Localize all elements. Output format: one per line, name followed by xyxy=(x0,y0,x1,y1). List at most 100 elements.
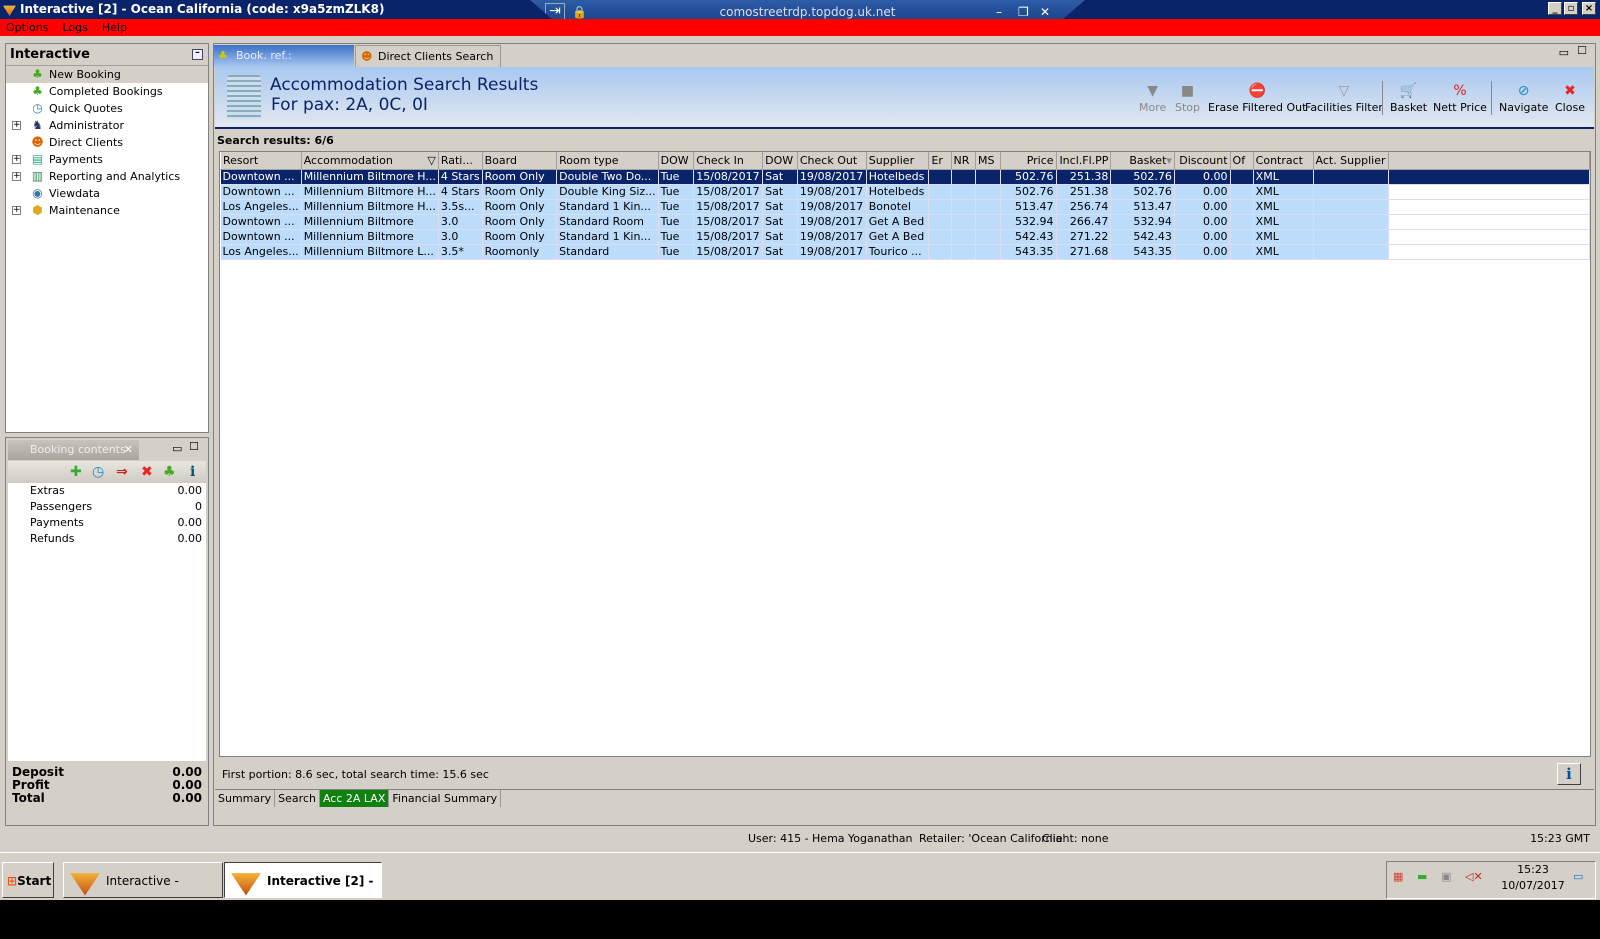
stop-button[interactable]: ■ Stop xyxy=(1175,81,1200,114)
column-header[interactable]: Of xyxy=(1229,152,1254,170)
menu-logs[interactable]: Logs xyxy=(62,21,87,34)
sort-desc-icon[interactable]: ▾ xyxy=(1166,154,1172,167)
maximize-icon[interactable]: ☐ xyxy=(189,440,199,453)
table-row[interactable]: Downtown ... Millennium Biltmore H... 4 St… xyxy=(220,184,1590,200)
column-header[interactable]: MS xyxy=(974,152,1002,170)
bottom-tab-financial-summary[interactable]: Financial Summary xyxy=(389,790,502,807)
column-header[interactable]: Er xyxy=(928,152,952,170)
minimize-icon[interactable]: ▭ xyxy=(172,442,182,455)
column-header[interactable]: Basket▾ xyxy=(1110,152,1175,170)
table-row[interactable]: Downtown ... Millennium Biltmore H... 4 St… xyxy=(220,169,1590,185)
column-header[interactable]: DOW xyxy=(762,152,798,170)
column-header[interactable]: Check In xyxy=(693,152,764,170)
tab-direct-clients-search[interactable]: ☻ Direct Clients Search xyxy=(355,45,501,67)
column-header[interactable]: Room type xyxy=(556,152,659,170)
menu-options[interactable]: Options xyxy=(6,21,48,34)
show-desktop-icon[interactable]: ▭ xyxy=(1573,870,1583,883)
network-icon[interactable]: ▣ xyxy=(1441,870,1451,883)
table-cell xyxy=(1313,199,1390,215)
booking-contents-tab[interactable]: Booking contents ✕ xyxy=(8,440,139,460)
booking-row: Payments 0.00 xyxy=(8,515,206,531)
palm-icon[interactable]: ♣ xyxy=(163,464,176,480)
menu-help[interactable]: Help xyxy=(102,21,127,34)
column-header[interactable]: Rati... xyxy=(437,152,483,170)
network-card-icon[interactable]: ▬ xyxy=(1417,870,1427,883)
table-cell: Tue xyxy=(658,184,695,200)
table-cell: 543.35 xyxy=(1110,244,1175,260)
table-cell: Standard 1 Kin... xyxy=(556,199,659,215)
app-icon xyxy=(231,873,261,896)
table-row[interactable]: Los Angeles... Millennium Biltmore H... 3.… xyxy=(220,199,1590,215)
column-header[interactable]: Contract xyxy=(1252,152,1314,170)
nav-item-quick-quotes[interactable]: ◷ Quick Quotes xyxy=(6,100,208,117)
column-header[interactable]: DOW xyxy=(657,152,695,170)
nav-item-reporting-and-analytics[interactable]: + ▥ Reporting and Analytics xyxy=(6,168,208,185)
antivirus-icon[interactable]: ▦ xyxy=(1393,870,1403,883)
nav-item-completed-bookings[interactable]: ♣ Completed Bookings xyxy=(6,83,208,100)
bottom-tab-search[interactable]: Search xyxy=(275,790,320,807)
table-cell: 502.76 xyxy=(1000,184,1057,200)
column-header[interactable]: Resort xyxy=(220,152,302,170)
restore-button[interactable]: ▫ xyxy=(1564,2,1578,15)
booking-row: Refunds 0.00 xyxy=(8,531,206,547)
expand-icon[interactable]: + xyxy=(12,155,21,164)
column-header[interactable]: Accommodation ▽ xyxy=(300,152,439,170)
navigate-button[interactable]: ⊘ Navigate xyxy=(1499,81,1548,114)
add-icon[interactable]: ✚ xyxy=(70,464,82,480)
expand-icon[interactable]: + xyxy=(12,172,21,181)
column-header[interactable]: Act. Supplier xyxy=(1312,152,1390,170)
expand-icon[interactable]: + xyxy=(12,121,21,130)
table-cell xyxy=(1313,214,1390,230)
maximize-icon[interactable]: ☐ xyxy=(1577,44,1587,57)
info-button[interactable]: i xyxy=(1557,763,1581,785)
bottom-tab-acc-2a-lax[interactable]: Acc 2A LAX xyxy=(319,790,390,807)
info-icon[interactable]: i xyxy=(190,464,195,480)
column-header[interactable]: Supplier xyxy=(865,152,930,170)
nav-item-maintenance[interactable]: + ⬢ Maintenance xyxy=(6,202,208,219)
column-header[interactable]: Incl.Fl.PP xyxy=(1055,152,1112,170)
table-cell: Tue xyxy=(658,169,695,185)
expand-icon[interactable]: + xyxy=(12,206,21,215)
nav-item-new-booking[interactable]: ♣ New Booking xyxy=(6,66,208,83)
table-cell: 3.0 xyxy=(438,229,483,245)
muted-volume-icon[interactable]: ◁✕ xyxy=(1465,870,1483,883)
minimize-button[interactable]: _ xyxy=(1548,2,1562,15)
column-header[interactable]: Check Out xyxy=(796,152,867,170)
close-icon[interactable]: ✕ xyxy=(124,440,133,460)
more-button[interactable]: ▼ More xyxy=(1139,81,1166,114)
close-window-button[interactable]: × xyxy=(1582,2,1596,15)
table-cell: Get A Bed xyxy=(866,229,930,245)
table-cell: Millennium Biltmore L... xyxy=(301,244,439,260)
clock-icon[interactable]: ◷ xyxy=(92,464,104,480)
nav-item-viewdata[interactable]: ◉ Viewdata xyxy=(6,185,208,202)
table-row[interactable]: Downtown ... Millennium Biltmore 3.0 Room O… xyxy=(220,229,1590,245)
row-label: Payments xyxy=(30,516,84,529)
start-button[interactable]: ⊞Start xyxy=(2,862,54,898)
column-header[interactable]: Board xyxy=(481,152,558,170)
taskbar-item[interactable]: Interactive - Ocean-F... xyxy=(63,862,223,924)
table-row[interactable]: Downtown ... Millennium Biltmore 3.0 Room O… xyxy=(220,214,1590,230)
collapse-button[interactable]: – xyxy=(192,49,203,60)
taskbar-item-active[interactable]: Interactive [2] - O... xyxy=(224,862,382,924)
close-button[interactable]: ✖ Close xyxy=(1555,81,1585,114)
table-cell: XML xyxy=(1253,199,1314,215)
erase-filtered-out-button[interactable]: ⛔ Erase Filtered Out xyxy=(1208,81,1306,114)
minimize-icon[interactable]: ▭ xyxy=(1559,46,1569,59)
nav-item-label: Completed Bookings xyxy=(49,85,163,98)
tab-booking[interactable]: ♣Book. ref.: <none>✕ xyxy=(214,45,354,84)
table-cell: 19/08/2017 xyxy=(797,229,867,245)
nav-item-payments[interactable]: + ▤ Payments xyxy=(6,151,208,168)
nett-price-button[interactable]: % Nett Price xyxy=(1433,81,1487,114)
nav-item-administrator[interactable]: + ♞ Administrator xyxy=(6,117,208,134)
nav-item-direct-clients[interactable]: ☻ Direct Clients xyxy=(6,134,208,151)
basket-button[interactable]: 🛒 Basket xyxy=(1390,81,1427,114)
column-header[interactable]: Discount xyxy=(1173,152,1231,170)
facilities-filter-button[interactable]: ▽ Facilities Filter xyxy=(1305,81,1383,114)
basket-transfer-icon[interactable]: ⇒ xyxy=(116,464,128,480)
delete-icon[interactable]: ✖ xyxy=(141,464,153,480)
filter-icon[interactable]: ▽ xyxy=(427,154,435,167)
column-header[interactable]: NR xyxy=(950,152,976,170)
bottom-tab-summary[interactable]: Summary xyxy=(215,790,276,807)
table-row[interactable]: Los Angeles... Millennium Biltmore L... 3.… xyxy=(220,244,1590,260)
column-header[interactable]: Price xyxy=(1000,152,1057,170)
